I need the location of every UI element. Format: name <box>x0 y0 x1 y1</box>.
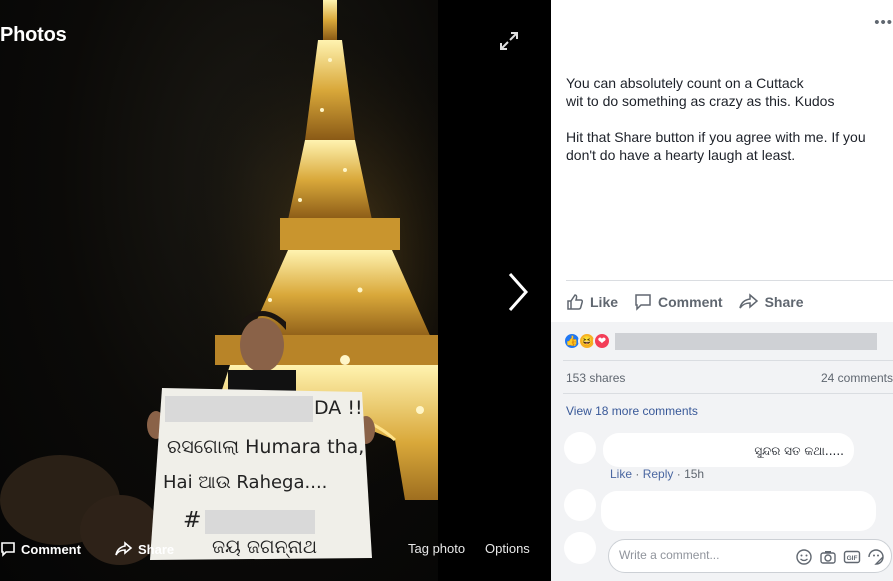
photo-viewer: DA !! ରସଗୋଲା Humara tha, Hai ଆଉ Rahega..… <box>0 0 551 581</box>
divider <box>563 360 893 361</box>
like-label: Like <box>590 293 619 310</box>
share-icon <box>115 541 133 556</box>
tag-photo-label: Tag photo <box>408 541 466 556</box>
comment-bubble: ସୁନ୍ଦର ସତ କଥା..... <box>603 433 854 467</box>
avatar <box>564 532 596 564</box>
comment-label: Comment <box>658 293 723 310</box>
gif-icon[interactable]: GIF <box>843 548 861 566</box>
svg-text:GIF: GIF <box>847 555 858 562</box>
share-icon <box>738 292 758 309</box>
options-button[interactable]: Options <box>485 541 530 556</box>
share-button[interactable]: Share <box>738 292 804 311</box>
expand-icon[interactable] <box>498 30 520 52</box>
divider <box>563 393 893 394</box>
more-options-icon[interactable]: ••• <box>874 14 893 31</box>
comment-bubble <box>601 491 876 531</box>
stage-comment-button[interactable]: Comment <box>0 541 81 557</box>
post-caption: You can absolutely count on a Cuttack wi… <box>566 74 884 182</box>
like-button[interactable]: Like <box>566 293 618 311</box>
comment-button[interactable]: Comment <box>634 293 723 311</box>
stage-share-label: Share <box>138 541 175 557</box>
comment-composer[interactable]: GIF <box>608 539 892 573</box>
avatar[interactable] <box>564 489 596 521</box>
comment-text: ସୁନ୍ଦର ସତ କଥା..... <box>754 444 844 458</box>
post-panel: ••• You can absolutely count on a Cuttac… <box>551 0 893 581</box>
comment-icon <box>635 293 651 311</box>
placard-line2: ରସଗୋଲା Humara tha, <box>167 436 365 458</box>
comment-reply-link[interactable]: Reply <box>643 467 674 481</box>
comment-meta: Like · Reply · 15h <box>610 467 705 481</box>
placard-line4: # <box>183 508 202 533</box>
camera-icon[interactable] <box>819 548 837 566</box>
placard-line1: DA !! <box>314 397 363 419</box>
placard-line3: Hai ଆଉ Rahega.... <box>163 472 328 493</box>
photo[interactable]: DA !! ରସଗୋଲା Humara tha, Hai ଆଉ Rahega..… <box>0 0 438 581</box>
comment-time: 15h <box>684 467 705 481</box>
post-actions: Like Comment Share <box>566 280 893 322</box>
view-more-comments-link[interactable]: View 18 more comments <box>566 404 698 418</box>
emoji-icon[interactable] <box>795 548 813 566</box>
photo-action-bar: Comment Share Tag photo Options <box>0 537 551 563</box>
stage-comment-label: Comment <box>21 541 81 557</box>
options-label: Options <box>485 541 530 556</box>
photo-illustration <box>0 0 438 565</box>
thumbs-up-icon <box>567 293 584 310</box>
caption-paragraph-2: Hit that Share button if you agree with … <box>566 129 866 163</box>
sticker-icon[interactable] <box>867 548 885 566</box>
next-photo-arrow-icon[interactable] <box>500 270 534 314</box>
share-label: Share <box>764 293 804 310</box>
comment-like-link[interactable]: Like <box>610 467 632 481</box>
comment-input[interactable] <box>619 548 779 562</box>
comments-count[interactable]: 24 comments <box>821 371 893 385</box>
stage-share-button[interactable]: Share <box>115 541 174 557</box>
photos-title: Photos <box>0 24 67 46</box>
shares-count[interactable]: 153 shares <box>566 371 625 385</box>
comments-section: 👍 😆 ❤ 153 shares 24 comments View 18 mor… <box>551 322 893 581</box>
reaction-summary[interactable]: 👍 😆 ❤ <box>563 332 611 350</box>
caption-paragraph-1: You can absolutely count on a Cuttack wi… <box>566 75 835 109</box>
tag-photo-button[interactable]: Tag photo <box>408 541 465 556</box>
comment-icon <box>1 542 15 557</box>
love-reaction-icon: ❤ <box>593 332 611 350</box>
redacted-reactors <box>615 333 877 350</box>
avatar[interactable] <box>564 432 596 464</box>
